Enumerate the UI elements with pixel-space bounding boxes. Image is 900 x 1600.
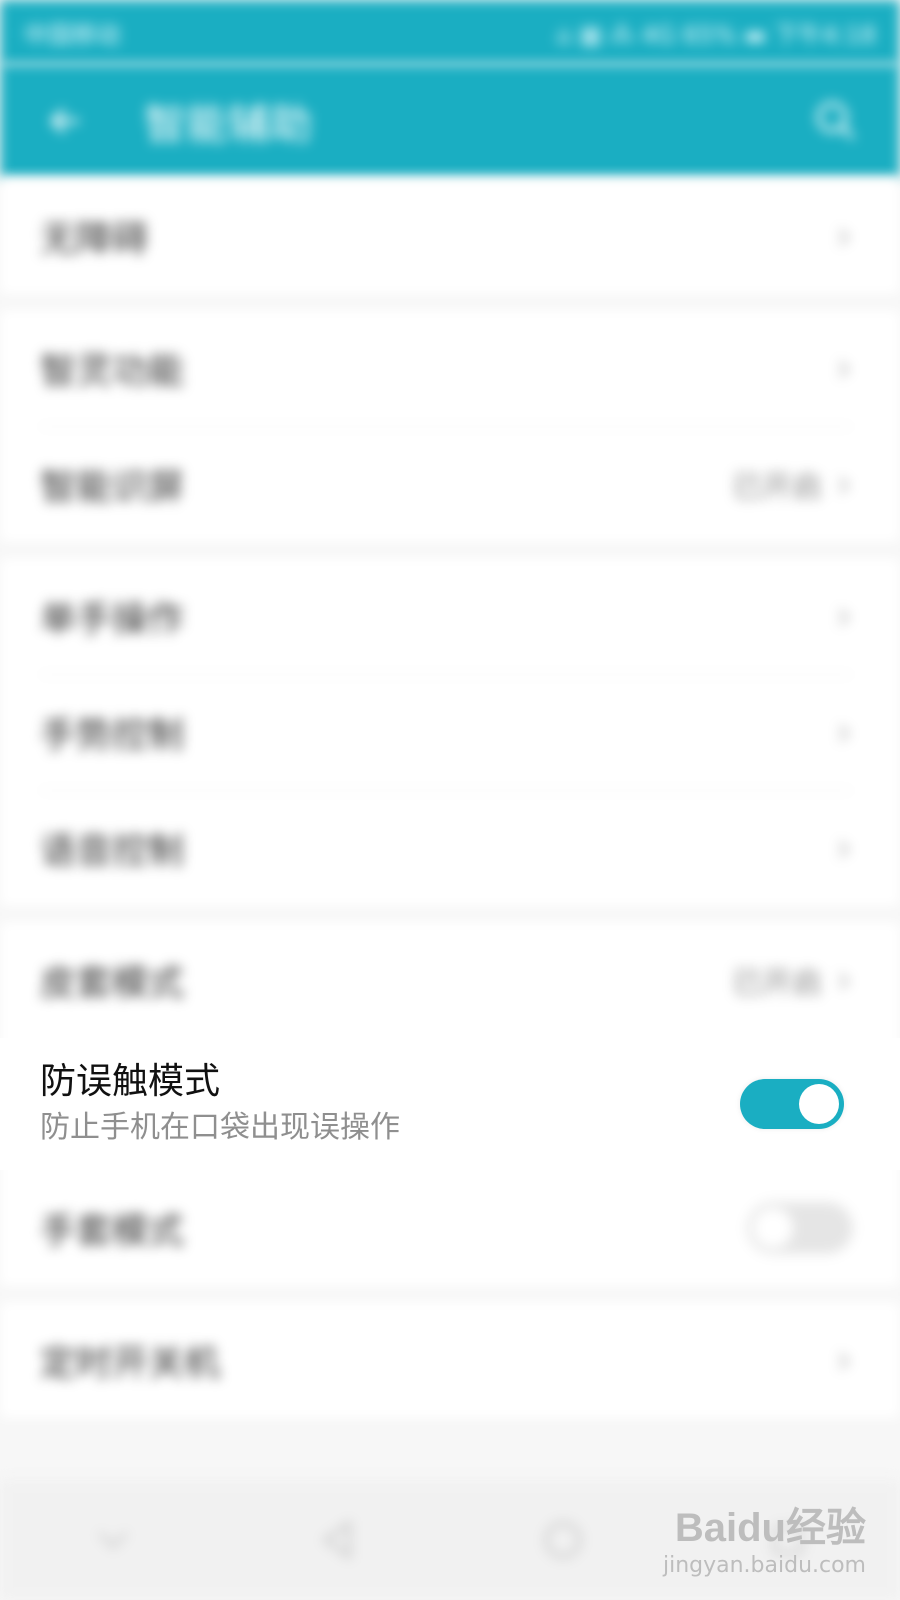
watermark-brand: Baidu经验	[674, 1506, 866, 1550]
settings-item-cover-mode[interactable]: 皮套模式 已开启 ›	[0, 922, 900, 1038]
carrier-name: 中国移动	[24, 20, 120, 49]
anti-mistouch-toggle[interactable]	[740, 1079, 844, 1129]
settings-list: 无障碍 › 智灵功能 › 智能识屏 已开启 › 单手操作 › 手势控制 › 语音…	[0, 178, 900, 1434]
item-label: 智能识屏	[40, 467, 185, 508]
item-label: 智灵功能	[40, 351, 185, 392]
circle-home-icon	[544, 1521, 581, 1559]
app-bar: 智能辅助	[0, 64, 900, 178]
status-bar: 中国移动 ⌂ ▦ ⁂ 4G 65% ▬ 下午4:18	[0, 0, 900, 64]
settings-item-glove-mode[interactable]: 手套模式	[0, 1170, 900, 1286]
chevron-right-icon: ›	[836, 825, 852, 871]
settings-group: 无障碍 ›	[0, 178, 900, 294]
search-button[interactable]	[796, 81, 876, 161]
settings-item-voice[interactable]: 语音控制 ›	[0, 790, 900, 906]
settings-item-smart-screen[interactable]: 智能识屏 已开启 ›	[0, 426, 900, 542]
status-icons: ⌂ ▦ ⁂ 4G 65% ▬ 下午4:18	[556, 20, 876, 49]
chevron-right-icon: ›	[836, 709, 852, 755]
item-label: 无障碍	[40, 219, 149, 260]
baidu-watermark: Baidu经验 jingyan.baidu.com	[663, 1495, 866, 1578]
anti-mistouch-text: 防误触模式 防止手机在口袋出现误操作	[40, 1058, 400, 1150]
item-value: 已开启	[732, 966, 822, 1001]
page-title: 智能辅助	[144, 99, 313, 149]
item-label: 定时开关机	[40, 1343, 221, 1384]
settings-item-smart-features[interactable]: 智灵功能 ›	[0, 310, 900, 426]
settings-item-one-hand[interactable]: 单手操作 ›	[0, 558, 900, 674]
chevron-right-icon: ›	[836, 213, 852, 259]
settings-group: 智灵功能 › 智能识屏 已开启 ›	[0, 310, 900, 542]
toggle-knob	[799, 1084, 839, 1124]
glove-mode-toggle[interactable]	[748, 1203, 852, 1253]
chevron-right-icon: ›	[836, 593, 852, 639]
watermark-site: jingyan.baidu.com	[662, 1553, 866, 1578]
chevron-right-icon: ›	[836, 345, 852, 391]
settings-item-anti-mistouch[interactable]: 防误触模式 防止手机在口袋出现误操作	[0, 1038, 900, 1170]
arrow-left-icon	[50, 108, 79, 134]
chevron-right-icon: ›	[836, 461, 852, 507]
nav-back-button[interactable]	[303, 1505, 373, 1575]
settings-group: 单手操作 › 手势控制 › 语音控制 ›	[0, 558, 900, 906]
chevron-right-icon: ›	[836, 1337, 852, 1383]
chevron-down-icon	[97, 1532, 128, 1550]
settings-group: 定时开关机 ›	[0, 1302, 900, 1418]
toggle-knob	[753, 1208, 793, 1248]
item-label: 手套模式	[40, 1211, 185, 1252]
item-label: 单手操作	[40, 599, 185, 640]
item-label: 手势控制	[40, 715, 185, 756]
anti-mistouch-title: 防误触模式	[40, 1061, 221, 1102]
settings-item-gesture[interactable]: 手势控制 ›	[0, 674, 900, 790]
triangle-back-icon	[321, 1520, 351, 1560]
back-button[interactable]	[24, 81, 104, 161]
chevron-right-icon: ›	[836, 957, 852, 1003]
anti-mistouch-subtitle: 防止手机在口袋出现误操作	[40, 1110, 400, 1145]
item-label: 语音控制	[40, 831, 185, 872]
search-icon	[816, 101, 855, 140]
nav-hide-button[interactable]	[78, 1505, 148, 1575]
nav-home-button[interactable]	[528, 1505, 598, 1575]
item-label: 皮套模式	[40, 963, 185, 1004]
settings-item-scheduled-power[interactable]: 定时开关机 ›	[0, 1302, 900, 1418]
settings-item-accessibility[interactable]: 无障碍 ›	[0, 178, 900, 294]
item-value: 已开启	[732, 470, 822, 505]
